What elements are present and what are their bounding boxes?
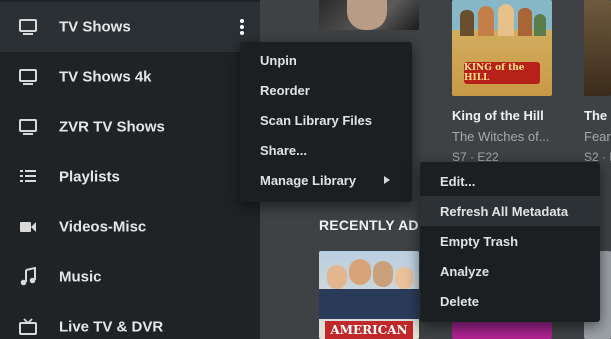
sidebar-item-videos-misc[interactable]: Videos-Misc: [0, 202, 260, 252]
video-camera-icon: [18, 217, 38, 237]
sidebar-item-music[interactable]: Music: [0, 252, 260, 302]
sidebar-item-tv-shows[interactable]: TV Shows: [0, 2, 260, 52]
sidebar: TV Shows TV Shows 4k ZVR TV Shows Playli…: [0, 0, 260, 339]
menu-item-unpin[interactable]: Unpin: [240, 45, 412, 75]
caret-right-icon: [384, 176, 390, 184]
sidebar-item-label: Playlists: [59, 168, 120, 186]
sidebar-item-label: TV Shows 4k: [59, 68, 152, 86]
poster-title[interactable]: King of the Hill: [452, 108, 544, 123]
sidebar-item-label: Live TV & DVR: [59, 318, 164, 336]
sidebar-item-zvr-tv-shows[interactable]: ZVR TV Shows: [0, 102, 260, 152]
menu-item-label: Delete: [440, 293, 480, 309]
poster-partial-right[interactable]: [584, 0, 611, 96]
monitor-icon: [18, 117, 38, 137]
poster-recent-1[interactable]: AMERICAN: [319, 251, 419, 339]
submenu-item-analyze[interactable]: Analyze: [420, 256, 600, 286]
menu-item-label: Manage Library: [260, 172, 357, 188]
submenu-item-empty-trash[interactable]: Empty Trash: [420, 226, 600, 256]
tv-antenna-icon: [18, 317, 38, 337]
sidebar-item-playlists[interactable]: Playlists: [0, 152, 260, 202]
submenu-item-refresh-all-metadata[interactable]: Refresh All Metadata: [420, 196, 600, 226]
submenu-item-delete[interactable]: Delete: [420, 286, 600, 316]
list-icon: [18, 167, 38, 187]
menu-item-manage-library[interactable]: Manage Library: [240, 165, 412, 195]
menu-item-scan-library-files[interactable]: Scan Library Files: [240, 105, 412, 135]
menu-item-label: Refresh All Metadata: [440, 203, 569, 219]
menu-item-label: Unpin: [260, 52, 297, 68]
sidebar-item-tv-shows-4k[interactable]: TV Shows 4k: [0, 52, 260, 102]
sidebar-item-label: ZVR TV Shows: [59, 118, 165, 136]
more-options-icon[interactable]: [236, 17, 248, 37]
menu-item-label: Empty Trash: [440, 233, 519, 249]
poster-logo-text: KING of the HILL: [464, 63, 525, 83]
menu-item-share[interactable]: Share...: [240, 135, 412, 165]
library-context-menu: Unpin Reorder Scan Library Files Share..…: [240, 42, 412, 202]
menu-item-label: Reorder: [260, 82, 310, 98]
sidebar-item-live-tv-dvr[interactable]: Live TV & DVR: [0, 302, 260, 339]
sidebar-item-label: Videos-Misc: [59, 218, 147, 236]
poster-subtitle[interactable]: The Witches of...: [452, 129, 550, 144]
section-header-recently-added[interactable]: RECENTLY AD: [319, 217, 419, 233]
menu-item-label: Scan Library Files: [260, 112, 372, 128]
monitor-icon: [18, 67, 38, 87]
submenu-item-edit[interactable]: Edit...: [420, 166, 600, 196]
poster-subtitle[interactable]: Fear: [584, 129, 611, 144]
menu-item-label: Edit...: [440, 173, 476, 189]
music-note-icon: [18, 267, 38, 287]
poster-title[interactable]: The: [584, 108, 607, 123]
menu-item-reorder[interactable]: Reorder: [240, 75, 412, 105]
poster-partial[interactable]: [319, 0, 419, 30]
monitor-icon: [18, 17, 38, 37]
manage-library-submenu: Edit... Refresh All Metadata Empty Trash…: [420, 162, 600, 322]
poster-logo-text: AMERICAN: [330, 323, 408, 337]
menu-item-label: Analyze: [440, 263, 490, 279]
poster-king-of-the-hill[interactable]: KING of the HILL: [452, 0, 552, 96]
sidebar-item-label: Music: [59, 268, 102, 286]
menu-item-label: Share...: [260, 142, 307, 158]
sidebar-item-label: TV Shows: [59, 18, 131, 36]
